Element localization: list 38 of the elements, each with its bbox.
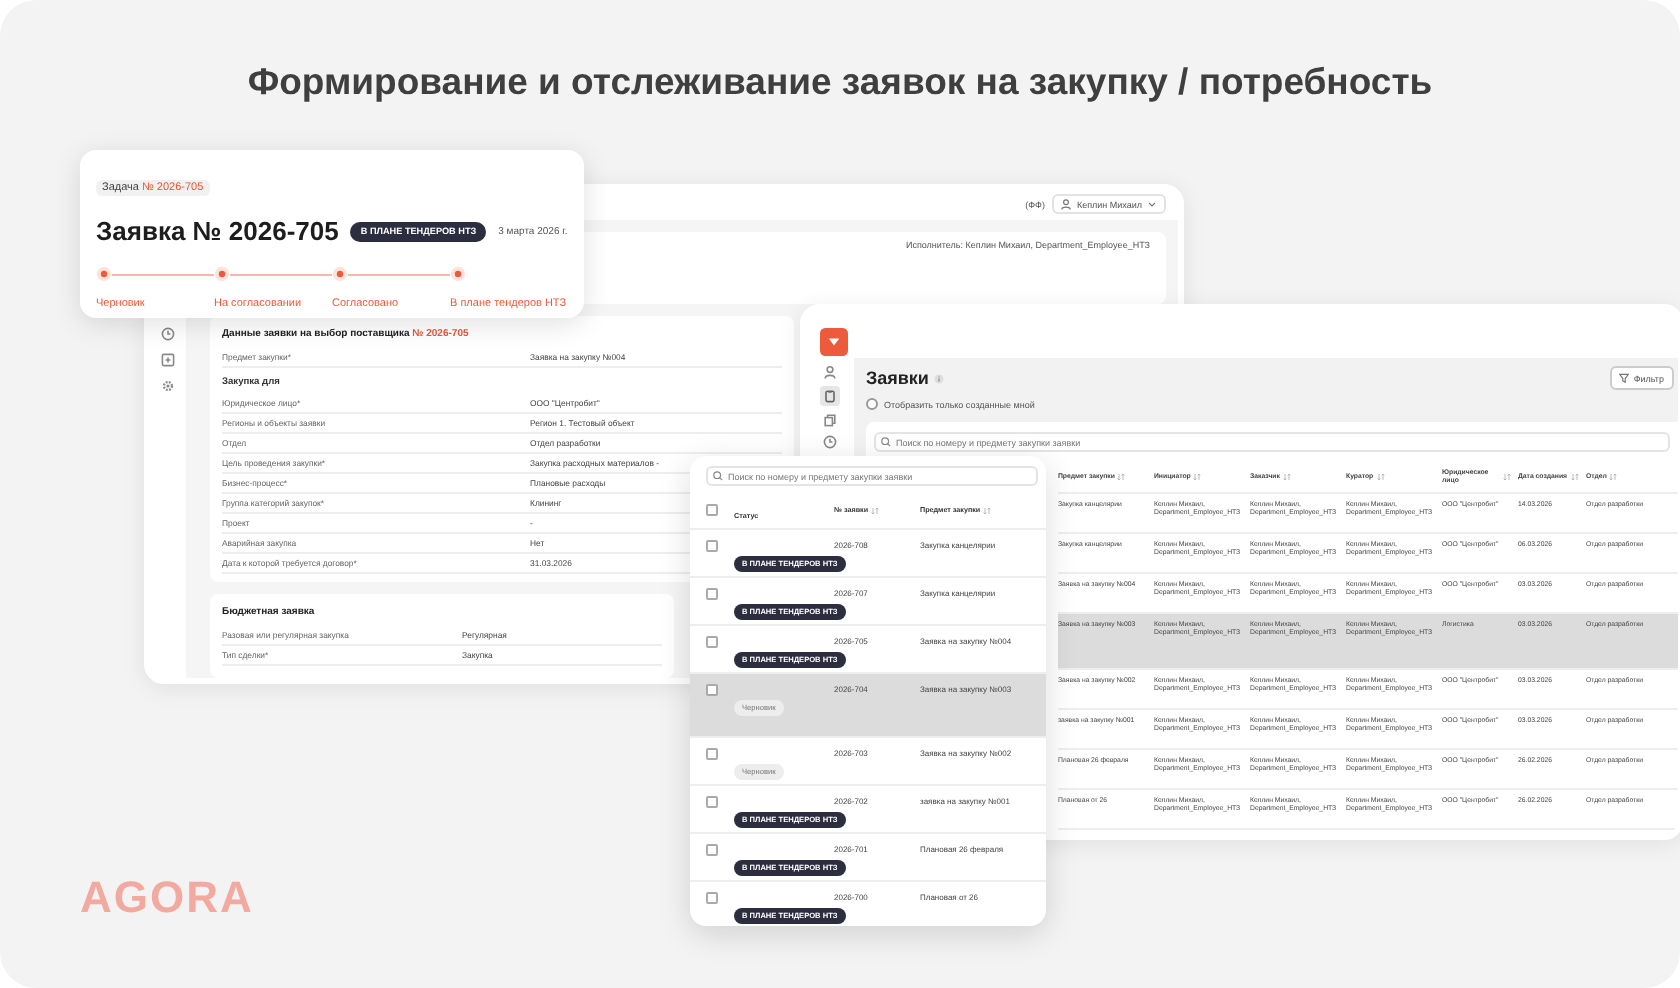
info-icon bbox=[934, 373, 945, 383]
sort-icon[interactable] bbox=[870, 505, 881, 515]
step-dot-icon bbox=[450, 266, 466, 282]
checkbox[interactable] bbox=[706, 844, 718, 856]
logo-text: AGORA bbox=[80, 872, 254, 924]
checkbox[interactable] bbox=[706, 796, 718, 808]
filter-icon bbox=[1617, 372, 1630, 384]
checkbox[interactable] bbox=[706, 540, 718, 552]
copy-icon[interactable] bbox=[822, 412, 838, 428]
plus-square-icon bbox=[160, 352, 176, 368]
sort-icon[interactable] bbox=[1569, 471, 1580, 481]
sort-icon[interactable] bbox=[1192, 471, 1203, 481]
clipboard-icon[interactable] bbox=[820, 386, 840, 406]
headline: Формирование и отслеживание заявок на закупку / потребность bbox=[245, 60, 1435, 104]
sort-icon[interactable] bbox=[1608, 471, 1619, 481]
sort-icon[interactable] bbox=[1502, 471, 1512, 481]
checkbox[interactable] bbox=[706, 588, 718, 600]
sort-icon[interactable] bbox=[1375, 471, 1386, 481]
checkbox[interactable] bbox=[706, 892, 718, 904]
search-icon bbox=[880, 436, 892, 448]
checkbox[interactable] bbox=[866, 398, 878, 410]
search-icon bbox=[712, 470, 724, 482]
checkbox[interactable] bbox=[706, 504, 718, 516]
step-dot-icon bbox=[332, 266, 348, 282]
step-dot-icon bbox=[214, 266, 230, 282]
clock-icon[interactable] bbox=[822, 434, 838, 450]
checkbox[interactable] bbox=[706, 684, 718, 696]
sort-icon[interactable] bbox=[1281, 471, 1292, 481]
user-icon bbox=[1060, 198, 1073, 211]
checkbox[interactable] bbox=[706, 636, 718, 648]
clock-icon bbox=[160, 326, 176, 342]
sort-icon[interactable] bbox=[982, 505, 993, 515]
request-title: Заявка № 2026-705 bbox=[96, 216, 339, 246]
chevron-down-icon bbox=[1146, 198, 1158, 211]
step-dot-icon bbox=[96, 266, 112, 282]
sort-icon[interactable] bbox=[1116, 471, 1127, 481]
page-title: Заявки bbox=[866, 368, 929, 388]
checkbox[interactable] bbox=[706, 748, 718, 760]
